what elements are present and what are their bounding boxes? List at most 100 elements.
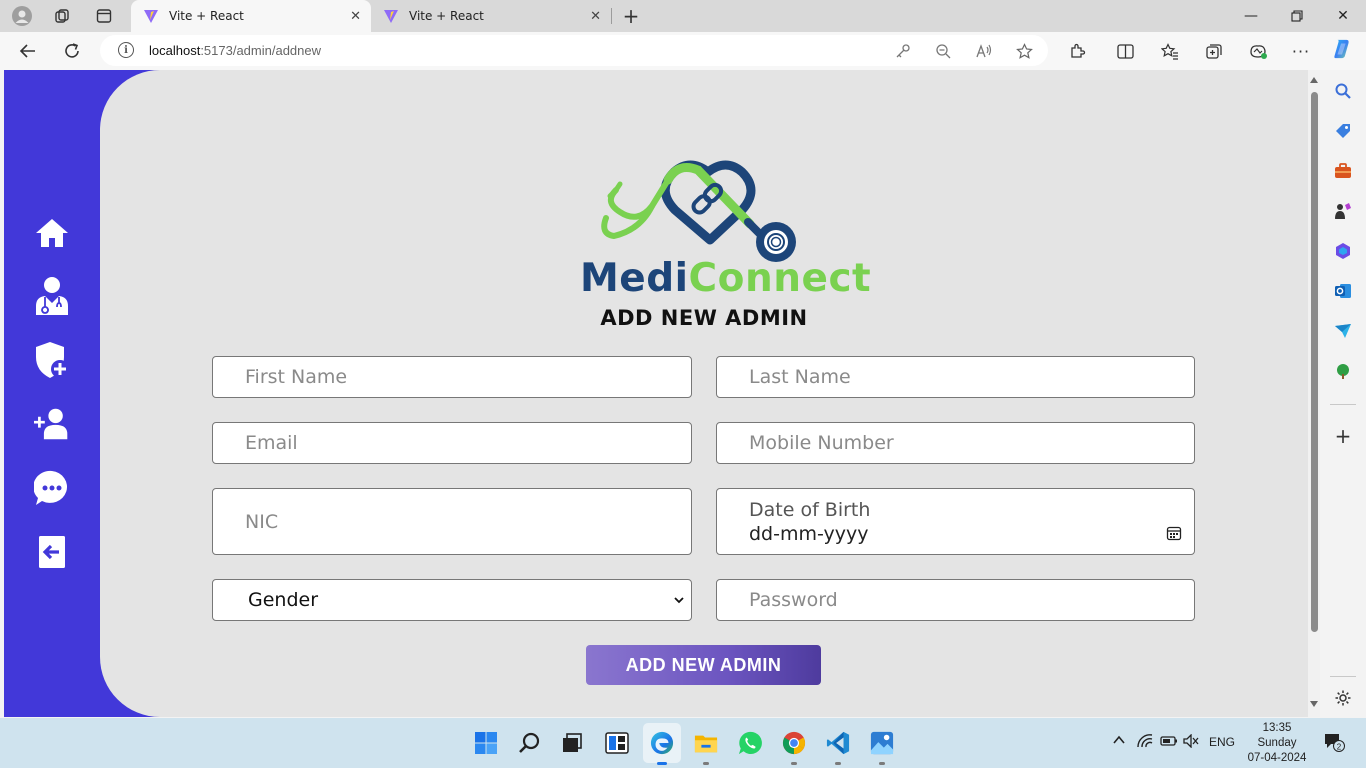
chevron-down-icon bbox=[674, 597, 684, 604]
volume-muted-icon[interactable] bbox=[1183, 733, 1199, 751]
vite-logo-icon bbox=[384, 10, 398, 23]
add-department-icon[interactable] bbox=[34, 342, 70, 378]
address-field[interactable]: i localhost:5173/admin/addnew bbox=[100, 35, 1048, 66]
mobile-number-input[interactable]: Mobile Number bbox=[716, 422, 1195, 464]
calendar-icon[interactable] bbox=[1166, 525, 1182, 541]
dob-label: Date of Birth bbox=[749, 498, 871, 521]
browser-address-bar: i localhost:5173/admin/addnew ··· bbox=[0, 32, 1366, 70]
clock-time: 13:35 bbox=[1262, 722, 1292, 734]
vite-logo-icon bbox=[144, 10, 158, 23]
first-name-input[interactable]: First Name bbox=[212, 356, 692, 398]
tab-title: Vite + React bbox=[169, 9, 244, 23]
minimize-icon[interactable]: — bbox=[1228, 0, 1274, 32]
gender-select[interactable]: Gender bbox=[212, 579, 692, 621]
add-admin-page: MediConnect ADD NEW ADMIN First Name Las… bbox=[100, 70, 1308, 717]
windows-taskbar: ENG 13:35 Sunday 07-04-2024 2 bbox=[0, 718, 1366, 768]
drop-send-icon[interactable] bbox=[1334, 322, 1352, 340]
scroll-up-icon[interactable] bbox=[1310, 76, 1318, 84]
running-app-indicator bbox=[703, 762, 709, 765]
close-tab-icon[interactable]: ✕ bbox=[590, 9, 601, 24]
vertical-tabs-icon[interactable] bbox=[92, 4, 116, 28]
shopping-tag-icon[interactable] bbox=[1334, 122, 1352, 140]
close-tab-icon[interactable]: ✕ bbox=[350, 9, 361, 24]
scroll-down-icon[interactable] bbox=[1310, 700, 1318, 708]
email-input[interactable]: Email bbox=[212, 422, 692, 464]
read-aloud-icon[interactable] bbox=[974, 41, 994, 61]
last-name-input[interactable]: Last Name bbox=[716, 356, 1195, 398]
back-icon[interactable] bbox=[14, 38, 42, 64]
more-menu-icon[interactable]: ··· bbox=[1290, 41, 1312, 61]
extensions-icon[interactable] bbox=[1066, 41, 1088, 61]
split-screen-icon[interactable] bbox=[1114, 41, 1136, 61]
copilot-icon[interactable] bbox=[1331, 39, 1353, 59]
url-path: :5173/admin/addnew bbox=[200, 43, 322, 58]
nic-input[interactable]: NIC bbox=[212, 488, 692, 555]
logout-icon[interactable] bbox=[34, 534, 70, 570]
clock-date: 07-04-2024 bbox=[1247, 752, 1307, 764]
tab-divider bbox=[611, 8, 612, 24]
add-admin-icon[interactable] bbox=[34, 406, 70, 442]
page-title: ADD NEW ADMIN bbox=[600, 306, 808, 330]
url-host: localhost bbox=[149, 43, 201, 58]
clock-day: Sunday bbox=[1257, 737, 1297, 749]
favorites-icon[interactable] bbox=[1159, 41, 1181, 61]
restore-icon[interactable] bbox=[1274, 0, 1320, 32]
battery-icon[interactable] bbox=[1160, 734, 1178, 751]
collections-icon[interactable] bbox=[1203, 41, 1225, 61]
zoom-out-icon[interactable] bbox=[933, 41, 953, 61]
tree-icon[interactable] bbox=[1334, 362, 1352, 380]
close-window-icon[interactable]: ✕ bbox=[1320, 0, 1366, 32]
refresh-icon[interactable] bbox=[58, 38, 86, 64]
microsoft-365-icon[interactable] bbox=[1334, 242, 1352, 260]
input-language[interactable]: ENG bbox=[1209, 735, 1235, 749]
browser-essentials-icon[interactable] bbox=[1247, 41, 1269, 61]
file-explorer-icon[interactable] bbox=[694, 731, 718, 755]
wifi-icon[interactable] bbox=[1137, 734, 1153, 751]
add-sidebar-app-icon[interactable]: + bbox=[1334, 426, 1352, 446]
date-of-birth-input[interactable]: Date of Birth dd-mm-yyyy bbox=[716, 488, 1195, 555]
vscode-icon[interactable] bbox=[826, 731, 850, 755]
password-input[interactable]: Password bbox=[716, 579, 1195, 621]
profile-icon[interactable] bbox=[10, 4, 34, 28]
doctors-icon[interactable] bbox=[34, 277, 70, 315]
site-info-icon[interactable]: i bbox=[118, 42, 134, 58]
add-new-admin-button[interactable]: ADD NEW ADMIN bbox=[586, 645, 821, 685]
scroll-thumb[interactable] bbox=[1311, 92, 1318, 632]
url-text[interactable]: localhost:5173/admin/addnew bbox=[149, 43, 321, 58]
tab-vite-react-2[interactable]: Vite + React ✕ bbox=[371, 0, 611, 32]
taskbar-search-icon[interactable] bbox=[518, 731, 542, 755]
outlook-icon[interactable] bbox=[1334, 282, 1352, 300]
workspaces-icon[interactable] bbox=[50, 4, 74, 28]
search-icon[interactable] bbox=[1334, 82, 1352, 100]
photos-icon[interactable] bbox=[870, 731, 894, 755]
brand-part-2: Connect bbox=[688, 256, 872, 301]
show-hidden-icons-icon[interactable] bbox=[1112, 733, 1126, 750]
notification-center-icon[interactable]: 2 bbox=[1323, 731, 1345, 756]
whatsapp-icon[interactable] bbox=[738, 731, 762, 755]
brand-part-1: Medi bbox=[580, 256, 689, 301]
sidebar-settings-icon[interactable] bbox=[1334, 689, 1352, 707]
windows-start-icon[interactable] bbox=[474, 731, 498, 755]
tools-briefcase-icon[interactable] bbox=[1334, 162, 1352, 180]
dob-value: dd-mm-yyyy bbox=[749, 522, 869, 545]
games-icon[interactable] bbox=[1334, 202, 1352, 220]
page-scrollbar[interactable] bbox=[1308, 70, 1320, 717]
rail-divider bbox=[1330, 676, 1356, 677]
task-view-icon[interactable] bbox=[560, 731, 584, 755]
new-tab-icon[interactable]: + bbox=[619, 4, 643, 28]
active-app-indicator bbox=[657, 762, 667, 765]
password-key-icon[interactable] bbox=[893, 41, 913, 61]
system-clock[interactable]: 13:35 Sunday 07-04-2024 bbox=[1242, 721, 1312, 766]
notification-count: 2 bbox=[1337, 743, 1342, 752]
messages-icon[interactable] bbox=[34, 470, 70, 506]
chrome-icon[interactable] bbox=[782, 731, 806, 755]
running-app-indicator bbox=[879, 762, 885, 765]
widgets-icon[interactable] bbox=[605, 731, 629, 755]
rail-divider bbox=[1330, 404, 1356, 405]
favorite-star-icon[interactable] bbox=[1014, 41, 1034, 61]
edge-browser-icon[interactable] bbox=[650, 731, 674, 755]
admin-sidebar bbox=[4, 70, 100, 717]
tab-vite-react-1[interactable]: Vite + React ✕ bbox=[131, 0, 371, 32]
home-icon[interactable] bbox=[34, 215, 70, 251]
tab-title: Vite + React bbox=[409, 9, 484, 23]
